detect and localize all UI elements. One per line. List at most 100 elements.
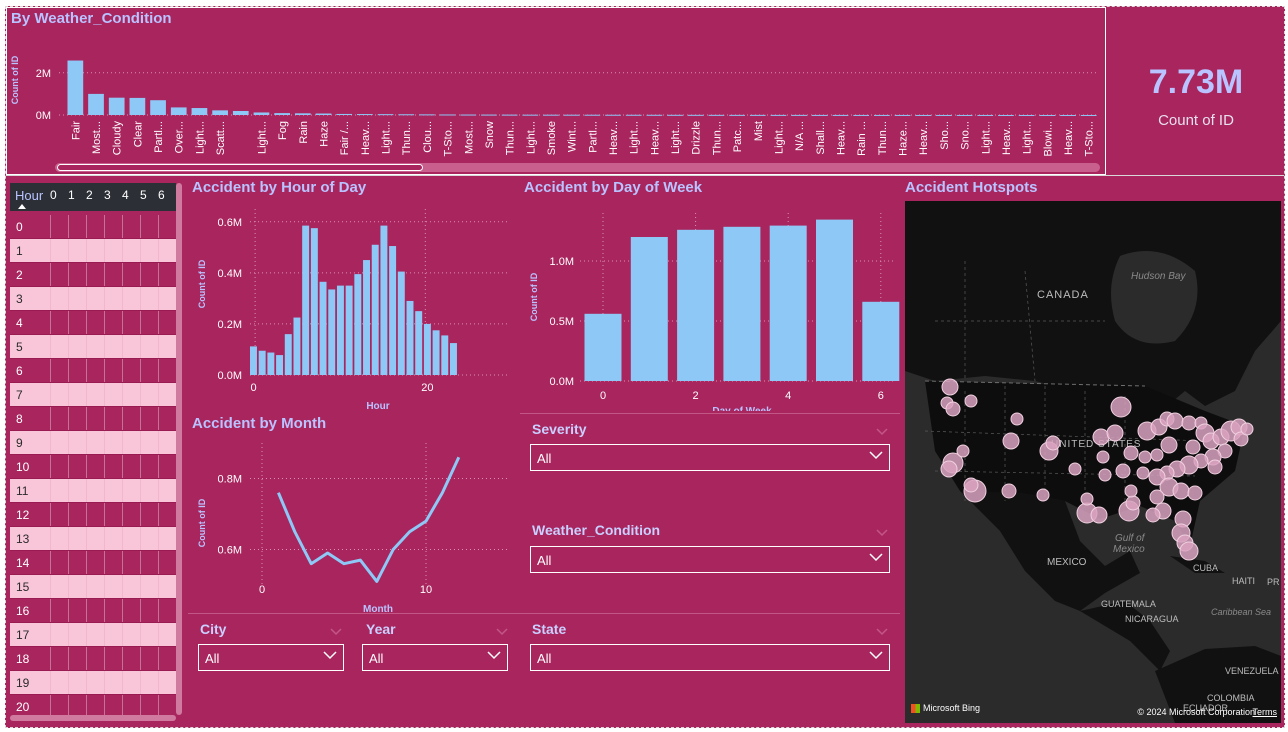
table-row[interactable]: 8 [10,407,176,431]
table-cell[interactable] [68,599,86,622]
dow-chart-panel[interactable]: Accident by Day of Week 1.0M 0.5M 0.0M 0 2 4 6… [520,179,900,411]
table-cell[interactable] [140,479,158,502]
table-cell[interactable] [122,479,140,502]
weather-scrollbar[interactable] [55,163,1100,172]
table-cell[interactable] [104,479,122,502]
table-cell[interactable] [140,359,158,382]
table-cell[interactable] [140,671,158,694]
table-cell[interactable] [122,623,140,646]
table-cell[interactable] [50,359,68,382]
table-cell[interactable] [86,647,104,670]
table-cell[interactable] [50,287,68,310]
hour-chart-panel[interactable]: Accident by Hour of Day 0.6M 0.4M 0.2M 0.0M… [188,179,518,411]
table-cell[interactable] [122,455,140,478]
table-cell[interactable] [86,287,104,310]
table-row[interactable]: 13 [10,527,176,551]
city-slicer[interactable]: City All [188,615,354,727]
table-row[interactable]: 11 [10,479,176,503]
table-row[interactable]: 14 [10,551,176,575]
table-cell[interactable] [68,575,86,598]
weather-dropdown[interactable]: All [530,546,890,573]
table-cell[interactable] [104,383,122,406]
table-cell[interactable] [104,503,122,526]
severity-slicer[interactable]: Severity All [520,415,900,510]
table-cell[interactable] [122,263,140,286]
table-cell[interactable] [50,431,68,454]
table-cell[interactable] [122,551,140,574]
weather-slicer[interactable]: Weather_Condition All [520,516,900,613]
table-cell[interactable] [158,599,176,622]
table-cell[interactable] [68,335,86,358]
table-cell[interactable] [86,215,104,238]
table-cell[interactable] [68,407,86,430]
table-cell[interactable] [68,671,86,694]
table-cell[interactable] [122,407,140,430]
table-cell[interactable] [158,407,176,430]
table-cell[interactable] [122,431,140,454]
table-cell[interactable] [158,431,176,454]
table-row[interactable]: 16 [10,599,176,623]
table-cell[interactable] [122,503,140,526]
table-cell[interactable] [140,335,158,358]
year-slicer[interactable]: Year All [354,615,520,727]
state-dropdown[interactable]: All [530,644,890,671]
hour-column-header[interactable]: 5 [140,188,158,202]
table-row[interactable]: 10 [10,455,176,479]
table-cell[interactable] [68,623,86,646]
map-canvas[interactable]: Hudson Bay CANADA UNITED STATES Gulf of … [905,201,1281,723]
hour-table[interactable]: Hour 0123456 0 1 2 3 4 5 6 7 8 9 10 11 12 13 14 15 16 17 1… [6,179,186,727]
table-cell[interactable] [86,263,104,286]
table-cell[interactable] [122,647,140,670]
map-terms-link[interactable]: Terms [1253,707,1278,717]
table-cell[interactable] [140,527,158,550]
table-cell[interactable] [68,551,86,574]
table-row[interactable]: 5 [10,335,176,359]
table-cell[interactable] [140,311,158,334]
table-row[interactable]: 2 [10,263,176,287]
table-cell[interactable] [158,455,176,478]
table-cell[interactable] [140,647,158,670]
table-row[interactable]: 6 [10,359,176,383]
table-cell[interactable] [68,263,86,286]
table-cell[interactable] [104,551,122,574]
table-cell[interactable] [140,263,158,286]
hour-column-header[interactable]: 4 [122,188,140,202]
table-cell[interactable] [140,455,158,478]
table-cell[interactable] [140,623,158,646]
table-cell[interactable] [140,575,158,598]
table-cell[interactable] [86,551,104,574]
table-cell[interactable] [140,503,158,526]
table-cell[interactable] [158,647,176,670]
table-cell[interactable] [86,671,104,694]
table-cell[interactable] [140,599,158,622]
hour-column-header[interactable]: 1 [68,188,86,202]
table-cell[interactable] [158,311,176,334]
table-cell[interactable] [122,335,140,358]
table-cell[interactable] [104,671,122,694]
table-cell[interactable] [86,527,104,550]
table-cell[interactable] [122,527,140,550]
table-cell[interactable] [50,215,68,238]
table-cell[interactable] [86,503,104,526]
table-cell[interactable] [104,431,122,454]
table-cell[interactable] [50,239,68,262]
table-cell[interactable] [68,647,86,670]
table-cell[interactable] [104,623,122,646]
table-row[interactable]: 17 [10,623,176,647]
table-cell[interactable] [68,527,86,550]
hour-column-header[interactable]: 2 [86,188,104,202]
table-cell[interactable] [104,407,122,430]
table-cell[interactable] [158,383,176,406]
table-cell[interactable] [50,335,68,358]
table-cell[interactable] [158,335,176,358]
hour-column-header[interactable]: 6 [158,188,176,202]
table-cell[interactable] [104,239,122,262]
table-row[interactable]: 12 [10,503,176,527]
weather-chart-panel[interactable]: By Weather_Condition 2M 0M Count of ID Fair… [6,7,1106,175]
city-dropdown[interactable]: All [198,644,344,671]
table-cell[interactable] [122,215,140,238]
table-row[interactable]: 0 [10,215,176,239]
table-cell[interactable] [158,575,176,598]
table-cell[interactable] [104,359,122,382]
table-cell[interactable] [140,215,158,238]
